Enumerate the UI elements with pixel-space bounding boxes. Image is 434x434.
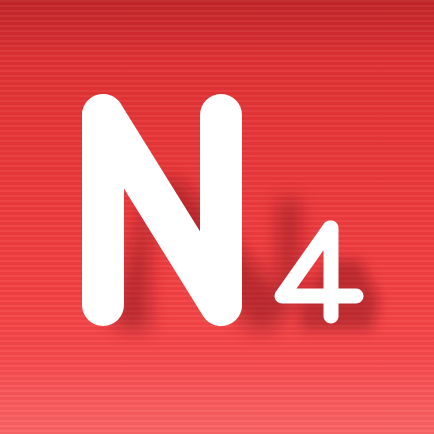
app-icon: N 4 (0, 0, 434, 434)
logo-glyphs: N 4 (82, 94, 380, 330)
letter-n (82, 94, 242, 326)
